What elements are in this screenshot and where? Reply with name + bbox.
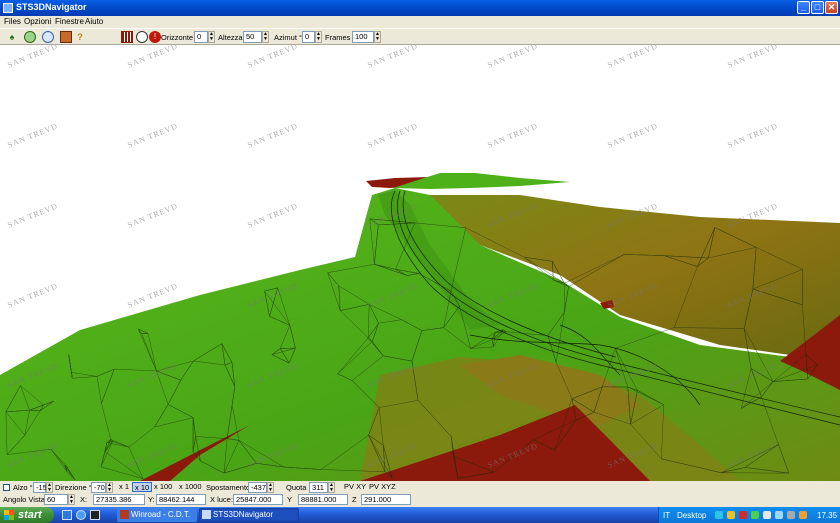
y-luce-field[interactable]: 88881.000 [298,494,348,505]
show-desktop-icon[interactable] [62,510,72,520]
title-bar: STS3DNavigator _ □ ✕ [0,0,840,16]
toolbar: ♠ ? ! Orizzonte ° 0 ▲ ▼ Altezza 50 ▲ ▼ Azi… [0,28,840,45]
globe-icon[interactable] [24,31,36,43]
frames-stepper[interactable]: ▲ ▼ [374,31,381,43]
direzione-stepper[interactable]: ▲ ▼ [106,482,113,493]
network-icon[interactable] [715,511,723,519]
taskbar: start Winroad - C.D.T. STS3DNavigator IT… [0,507,840,523]
alzo-checkbox[interactable] [3,484,10,491]
scale-x1000-button[interactable]: x 1000 [177,482,204,492]
clock: 17.35 [817,511,838,520]
altezza-input[interactable]: 50 [243,31,262,43]
volume-icon[interactable] [763,511,771,519]
far-hilltop [393,173,570,189]
direzione-input[interactable]: -70 [91,482,106,493]
copy-icon[interactable] [60,31,72,43]
cmd-icon[interactable] [90,510,100,520]
quota-stepper[interactable]: ▲ ▼ [328,482,335,493]
security-icon[interactable] [727,511,735,519]
sts3dnavigator-task-icon [202,510,211,519]
maximize-button[interactable]: □ [811,1,824,14]
alzo-label: Alzo ° [13,483,33,492]
shield-icon[interactable] [751,511,759,519]
status-row-1: Alzo ° -15 ▲ ▼ Direzione ° -70 ▲ ▼ x 1 x 1… [0,481,840,493]
scale-x10-button[interactable]: x 10 [132,482,153,492]
grid-icon[interactable] [121,31,133,43]
x-coordinate-field[interactable]: 27335.386 [93,494,145,505]
start-label: start [18,509,42,521]
quota-input[interactable]: 311 [309,482,328,493]
frames-label: Frames [325,33,351,42]
z-label: Z [352,495,357,504]
task-sts3dnavigator[interactable]: STS3DNavigator [199,508,299,522]
altezza-label: Altezza [218,33,243,42]
window-title: STS3DNavigator [16,2,87,12]
menu-opzioni[interactable]: Opzioni [24,17,51,26]
task-winroad-label: Winroad - C.D.T. [131,510,191,519]
direzione-label: Direzione ° [55,483,92,492]
windows-flag-icon [4,510,14,520]
winroad-icon [120,510,129,519]
screen: STS3DNavigator _ □ ✕ Files Opzioni Fines… [0,0,840,523]
monitor-icon[interactable] [775,511,783,519]
task-winroad[interactable]: Winroad - C.D.T. [117,508,197,522]
azimut-stepper[interactable]: ▲ ▼ [315,31,322,43]
scale-x100-button[interactable]: x 100 [152,482,174,492]
terrain-render [0,173,840,481]
system-tray: IT Desktop 17.35 [658,507,840,523]
language-indicator[interactable]: IT [663,511,670,520]
spostamento-stepper[interactable]: ▲ ▼ [267,482,274,493]
terrain-viewport[interactable]: SAN TREVD SAN TREVD SAN TREVD SAN TREVD SAN … [0,45,840,481]
desktop-toolbar[interactable]: Desktop [677,511,706,520]
spostamento-label: Spostamento [206,483,251,492]
spostamento-input[interactable]: -437 [248,482,267,493]
alzo-input[interactable]: -15 [33,482,47,493]
frames-input[interactable]: 100 [352,31,374,43]
angolo-vista-label: Angolo Vista [3,495,45,504]
orizzonte-input[interactable]: 0 [194,31,208,43]
azimut-input[interactable]: 0 [302,31,315,43]
app-icon [3,3,13,13]
y-coordinate-field[interactable]: 88462.144 [156,494,206,505]
x-luce-label: X luce: [210,495,233,504]
menu-bar: Files Opzioni Finestre Aiuto [0,16,840,28]
internet-explorer-icon[interactable] [76,510,86,520]
y-label: Y: [148,495,155,504]
stop-icon[interactable]: ! [149,31,161,43]
x-label: X: [80,495,88,504]
y-luce-label: Y [287,495,293,504]
angolo-vista-input[interactable]: 60 [44,494,68,505]
quota-label: Quota [286,483,307,492]
globe-outline-icon[interactable] [42,31,54,43]
status-row-2: Angolo Vista 60 ▲ ▼ X: 27335.386 Y: 88462… [0,493,840,507]
minimize-button[interactable]: _ [797,1,810,14]
tree-icon[interactable]: ♠ [6,31,18,43]
task-sts3dnavigator-label: STS3DNavigator [213,510,274,519]
azimut-label: Azimut ° [274,33,303,42]
x-luce-field[interactable]: 25847.000 [233,494,283,505]
update-icon[interactable] [799,511,807,519]
scale-x1-button[interactable]: x 1 [117,482,131,492]
pvxy-button[interactable]: PV XY [342,482,368,492]
help-icon[interactable]: ? [74,31,86,43]
menu-files[interactable]: Files [4,17,21,26]
orizzonte-stepper[interactable]: ▲ ▼ [208,31,215,43]
menu-aiuto[interactable]: Aiuto [85,17,103,26]
close-button[interactable]: ✕ [825,1,838,14]
angolo-vista-stepper[interactable]: ▲ ▼ [68,494,75,505]
alzo-stepper[interactable]: ▲ ▼ [46,482,53,493]
start-button[interactable]: start [0,507,54,523]
altezza-stepper[interactable]: ▲ ▼ [262,31,269,43]
orizzonte-label: Orizzonte ° [161,33,199,42]
circle-icon[interactable] [136,31,148,43]
pvxyz-button[interactable]: PV XYZ [367,482,398,492]
menu-finestre[interactable]: Finestre [55,17,84,26]
z-coordinate-field[interactable]: 291.000 [361,494,411,505]
usb-icon[interactable] [787,511,795,519]
ati-icon[interactable] [739,511,747,519]
